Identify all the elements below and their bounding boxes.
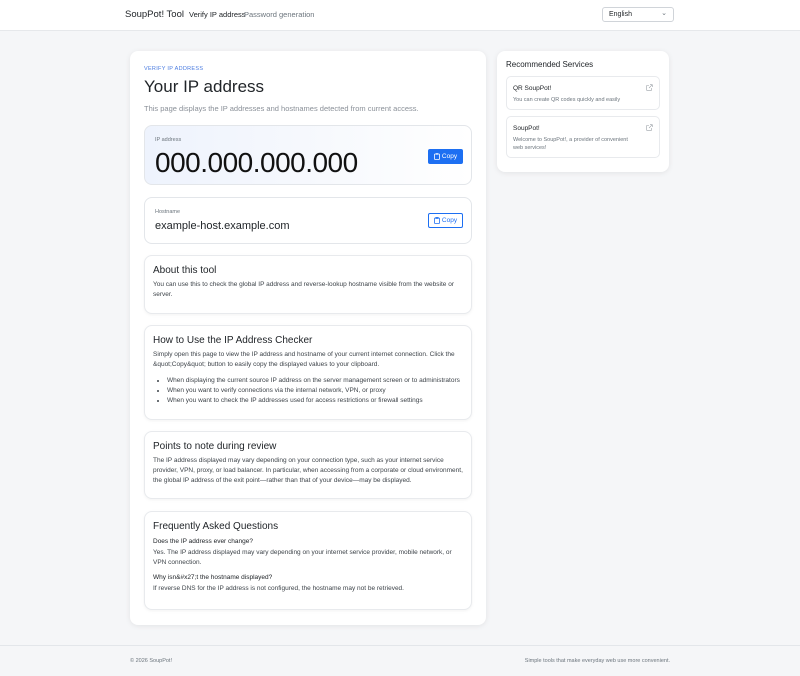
notes-title: Points to note during review (153, 441, 277, 452)
footer: © 2026 SoupPot! Simple tools that make e… (0, 645, 800, 676)
notes-section: Points to note during review The IP addr… (144, 431, 472, 499)
footer-copyright: © 2026 SoupPot! (130, 658, 172, 664)
brand-link[interactable]: SoupPot! Tool (125, 9, 184, 20)
eyebrow-label: VERIFY IP ADDRESS (144, 66, 204, 72)
ip-address-label: IP address (155, 137, 182, 143)
faq-section: Frequently Asked Questions Does the IP a… (144, 511, 472, 610)
service-title: SoupPot! (513, 125, 540, 132)
list-item: When you want to verify connections via … (167, 386, 463, 396)
list-item: When displaying the current source IP ad… (167, 376, 463, 386)
copy-ip-button[interactable]: Copy (428, 149, 463, 164)
list-item: When you want to check the IP addresses … (167, 396, 463, 406)
footer-tagline: Simple tools that make everyday web use … (524, 658, 670, 664)
external-link-icon (646, 84, 653, 91)
ip-address-value: 000.000.000.000 (155, 147, 358, 178)
about-title: About this tool (153, 265, 217, 276)
howto-title: How to Use the IP Address Checker (153, 335, 313, 346)
language-select-value: English (609, 11, 632, 18)
notes-text: The IP address displayed may vary depend… (153, 457, 463, 484)
ip-address-panel: IP address 000.000.000.000 Copy (144, 125, 472, 185)
page-lead: This page displays the IP addresses and … (144, 104, 419, 113)
faq-title: Frequently Asked Questions (153, 521, 279, 532)
service-title: QR SoupPot! (513, 85, 552, 92)
faq-question: Does the IP address ever change? (153, 538, 253, 545)
clipboard-icon (434, 153, 440, 160)
recommended-services-card: Recommended Services QR SoupPot! You can… (497, 51, 669, 172)
hostname-panel: Hostname example-host.example.com Copy (144, 197, 472, 244)
hostname-label: Hostname (155, 209, 181, 215)
top-navbar: SoupPot! Tool Verify IP address Password… (0, 0, 800, 31)
copy-ip-button-label: Copy (441, 153, 458, 160)
faq-answer: Yes. The IP address displayed may vary d… (153, 549, 452, 566)
nav-verify-ip[interactable]: Verify IP address (189, 10, 246, 19)
sidebar-title: Recommended Services (506, 60, 594, 69)
clipboard-icon (434, 217, 440, 224)
faq-question: Why isn&#x27;t the hostname displayed? (153, 574, 273, 581)
service-link-qr-souppot[interactable]: QR SoupPot! You can create QR codes quic… (506, 76, 660, 110)
faq-answer: If reverse DNS for the IP address is not… (153, 585, 404, 592)
copy-hostname-button-label: Copy (441, 217, 458, 224)
service-link-souppot[interactable]: SoupPot! Welcome to SoupPot!, a provider… (506, 116, 660, 158)
service-description: You can create QR codes quickly and easi… (513, 97, 621, 103)
howto-list: When displaying the current source IP ad… (153, 376, 463, 406)
main-card: VERIFY IP ADDRESS Your IP address This p… (130, 51, 486, 625)
page-title: Your IP address (144, 77, 265, 96)
about-text: You can use this to check the global IP … (153, 281, 454, 298)
external-link-icon (646, 124, 653, 131)
chevron-down-icon: ⌄ (661, 10, 667, 17)
howto-text: Simply open this page to view the IP add… (153, 351, 455, 368)
about-section: About this tool You can use this to chec… (144, 255, 472, 314)
copy-hostname-button[interactable]: Copy (428, 213, 463, 228)
nav-password-generation[interactable]: Password generation (244, 10, 314, 19)
howto-section: How to Use the IP Address Checker Simply… (144, 325, 472, 420)
language-select[interactable]: English ⌄ (602, 7, 674, 22)
hostname-value: example-host.example.com (155, 220, 290, 232)
service-description: Welcome to SoupPot!, a provider of conve… (513, 137, 628, 151)
